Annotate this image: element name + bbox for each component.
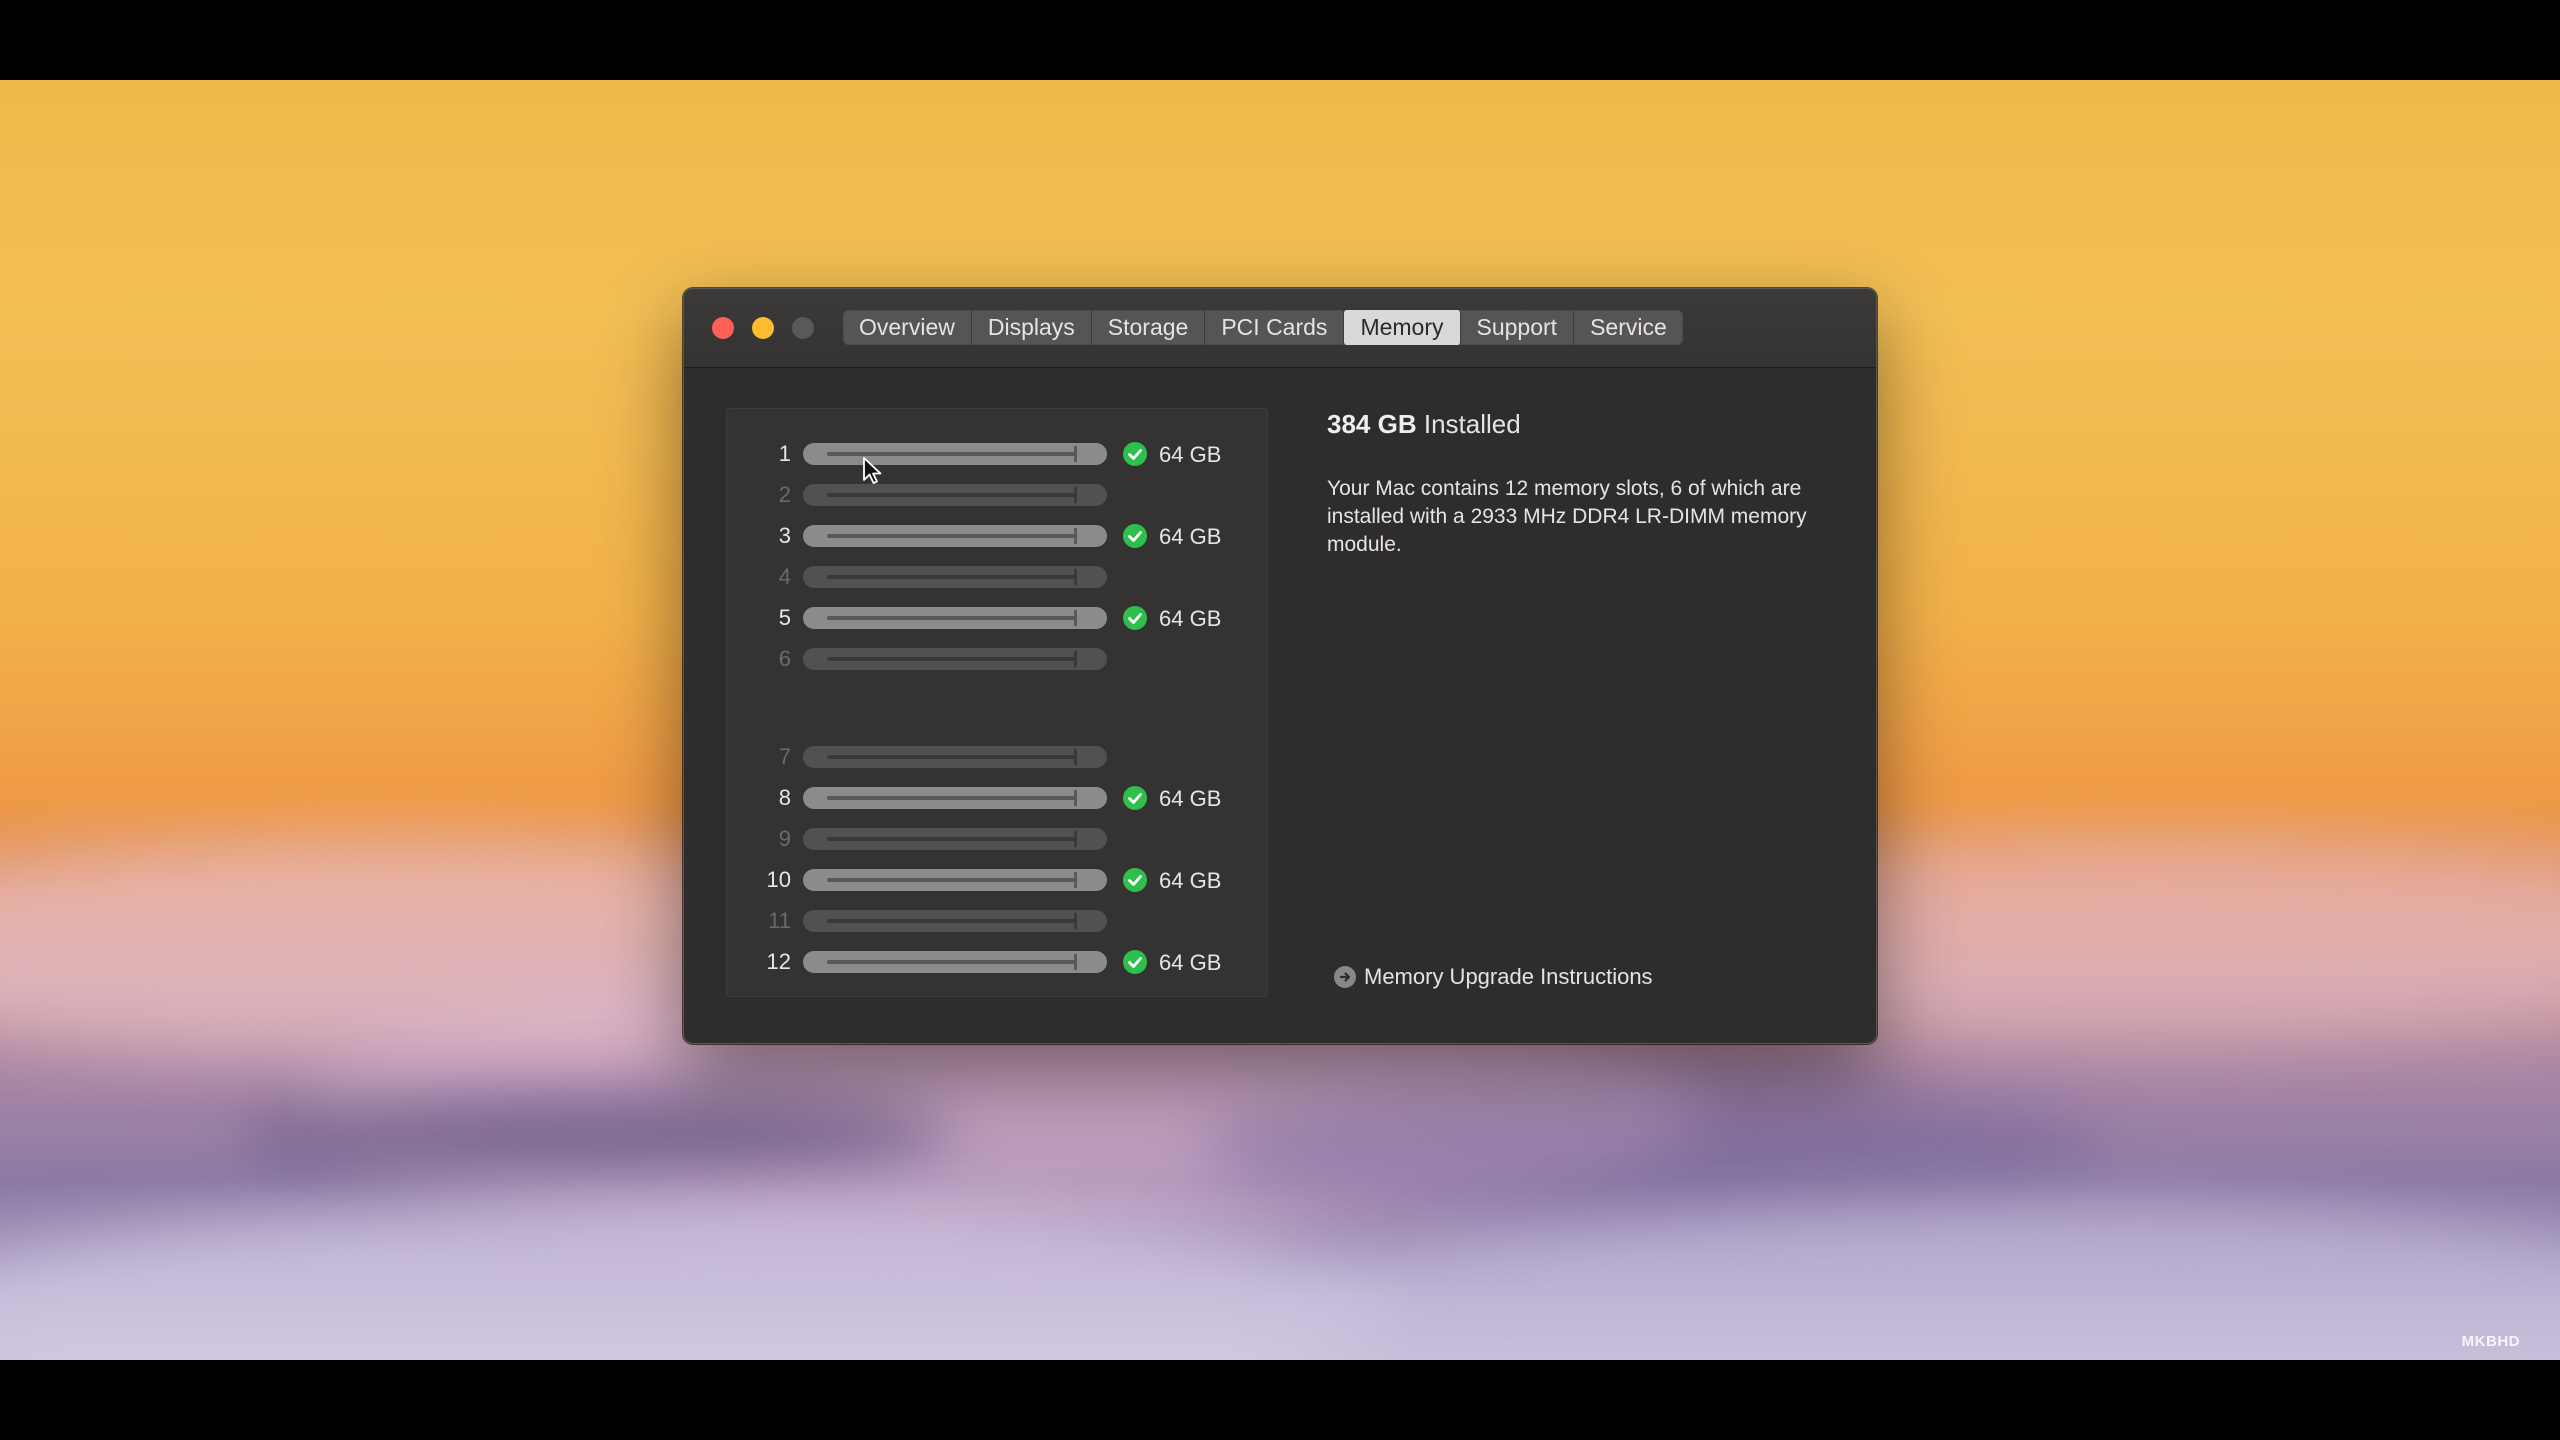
arrow-circle-icon bbox=[1334, 966, 1356, 988]
slot-number: 9 bbox=[778, 826, 791, 851]
dimm-module-icon bbox=[803, 648, 1107, 670]
dimm-module-icon bbox=[803, 484, 1107, 506]
slot-size: 64 GB bbox=[1159, 442, 1222, 467]
slot-number: 8 bbox=[778, 785, 791, 810]
memory-slot-3: 3 64 GB bbox=[727, 521, 1267, 551]
memory-slot-9: 9 bbox=[727, 824, 1267, 854]
slot-number: 1 bbox=[778, 441, 791, 466]
checkmark-icon bbox=[1123, 786, 1147, 810]
tab-pci-cards[interactable]: PCI Cards bbox=[1205, 310, 1345, 345]
memory-slot-6: 6 bbox=[727, 644, 1267, 674]
dimm-module-icon bbox=[803, 566, 1107, 588]
tab-storage[interactable]: Storage bbox=[1092, 310, 1206, 345]
slot-size: 64 GB bbox=[1159, 786, 1222, 811]
memory-slot-12: 12 64 GB bbox=[727, 947, 1267, 977]
slot-size: 64 GB bbox=[1159, 606, 1222, 631]
installed-label: Installed bbox=[1423, 409, 1521, 439]
watermark: MKBHD bbox=[2461, 1333, 2520, 1350]
installed-amount: 384 GB bbox=[1327, 409, 1417, 439]
slot-size: 64 GB bbox=[1159, 524, 1222, 549]
tab-bar: Overview Displays Storage PCI Cards Memo… bbox=[843, 310, 1683, 345]
slot-number: 6 bbox=[778, 646, 791, 671]
checkmark-icon bbox=[1123, 868, 1147, 892]
screen: MKBHD Overview Displays Storage PCI Card… bbox=[0, 0, 2560, 1440]
about-this-mac-window: Overview Displays Storage PCI Cards Memo… bbox=[683, 288, 1877, 1044]
checkmark-icon bbox=[1123, 950, 1147, 974]
title-bar: Overview Displays Storage PCI Cards Memo… bbox=[684, 289, 1876, 368]
slot-number: 5 bbox=[778, 605, 791, 630]
slot-number: 10 bbox=[766, 867, 791, 892]
slot-number: 12 bbox=[766, 949, 791, 974]
checkmark-icon bbox=[1123, 606, 1147, 630]
dimm-module-icon bbox=[803, 828, 1107, 850]
zoom-button[interactable] bbox=[792, 317, 814, 339]
memory-description: Your Mac contains 12 memory slots, 6 of … bbox=[1327, 477, 1807, 556]
tab-displays[interactable]: Displays bbox=[972, 310, 1092, 345]
mouse-pointer-icon bbox=[862, 456, 884, 491]
dimm-module-icon bbox=[803, 869, 1107, 891]
memory-slot-10: 10 64 GB bbox=[727, 865, 1267, 895]
tab-service[interactable]: Service bbox=[1574, 310, 1683, 345]
minimize-button[interactable] bbox=[752, 317, 774, 339]
slot-size: 64 GB bbox=[1159, 950, 1222, 975]
memory-slot-4: 4 bbox=[727, 562, 1267, 592]
close-button[interactable] bbox=[712, 317, 734, 339]
dimm-module-icon bbox=[803, 607, 1107, 629]
memory-slot-2: 2 bbox=[727, 480, 1267, 510]
dimm-module-icon bbox=[803, 746, 1107, 768]
dimm-module-icon bbox=[803, 910, 1107, 932]
slot-number: 2 bbox=[778, 482, 791, 507]
memory-upgrade-instructions-link[interactable]: Memory Upgrade Instructions bbox=[1334, 964, 1653, 990]
dimm-module-icon bbox=[803, 787, 1107, 809]
upgrade-link-label: Memory Upgrade Instructions bbox=[1364, 964, 1653, 989]
memory-slot-5: 5 64 GB bbox=[727, 603, 1267, 633]
slot-number: 11 bbox=[768, 908, 791, 933]
tab-overview[interactable]: Overview bbox=[843, 310, 972, 345]
memory-slot-8: 8 64 GB bbox=[727, 783, 1267, 813]
slot-number: 4 bbox=[778, 564, 791, 589]
memory-slot-7: 7 bbox=[727, 742, 1267, 772]
memory-slot-1: 1 64 GB bbox=[727, 439, 1267, 469]
memory-slot-11: 11 bbox=[727, 906, 1267, 936]
dimm-module-icon bbox=[803, 525, 1107, 547]
slot-number: 7 bbox=[778, 744, 791, 769]
checkmark-icon bbox=[1123, 524, 1147, 548]
memory-slots-panel: 1 64 GB 2 3 64 GB 4 5 64 GB 6 7 8 64 GB … bbox=[726, 408, 1268, 997]
dimm-module-icon bbox=[803, 443, 1107, 465]
slot-number: 3 bbox=[778, 523, 791, 548]
dimm-module-icon bbox=[803, 951, 1107, 973]
tab-support[interactable]: Support bbox=[1461, 310, 1575, 345]
slot-size: 64 GB bbox=[1159, 868, 1222, 893]
tab-memory[interactable]: Memory bbox=[1344, 310, 1461, 345]
checkmark-icon bbox=[1123, 442, 1147, 466]
installed-memory-heading: 384 GB Installed bbox=[1327, 409, 1521, 440]
